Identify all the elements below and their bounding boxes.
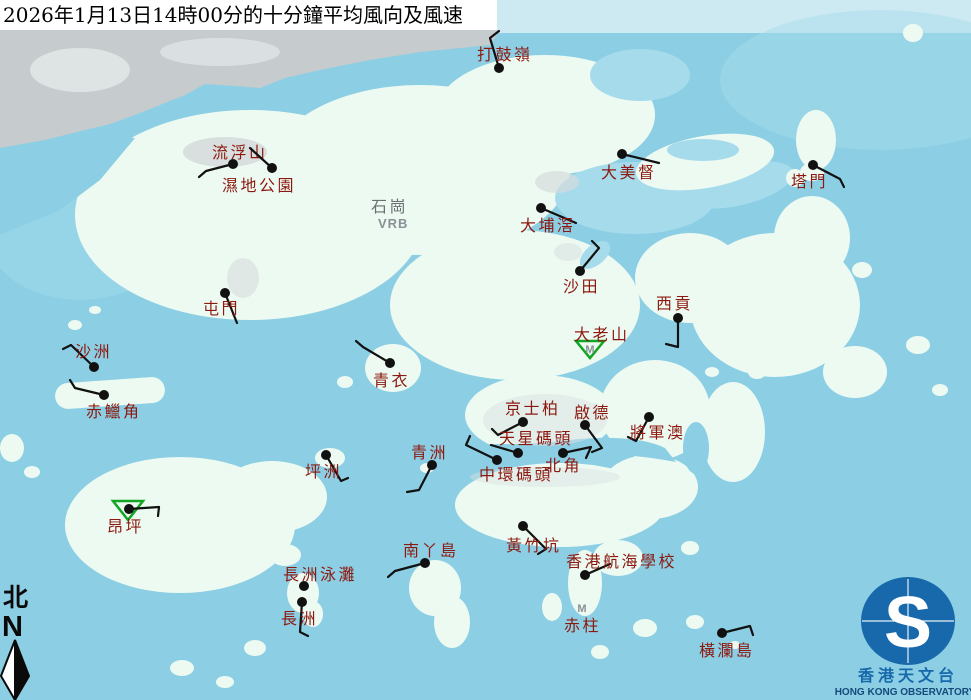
station-label: 香港航海學校: [566, 552, 677, 571]
station-dot-icon: [518, 521, 528, 531]
station-label: 青衣: [373, 371, 410, 390]
station-label: 昂坪: [107, 517, 144, 536]
station-dot-icon: [575, 266, 585, 276]
station-dot-icon: [808, 160, 818, 170]
hko-logo-english-name: HONG KONG OBSERVATORY: [835, 687, 971, 698]
map-canvas: 打鼓嶺流浮山濕地公園石崗VRB大美督塔門大埔滘沙田西貢屯門沙洲赤鱲角青衣M大老山…: [0, 0, 971, 700]
station-label: 大老山: [574, 325, 630, 344]
station-dot-icon: [267, 163, 277, 173]
station-label: 京士柏: [505, 399, 561, 418]
station-label: 赤鱲角: [86, 402, 142, 421]
station-label: 坪洲: [305, 462, 342, 481]
station-label: 塔門: [791, 172, 828, 191]
station-label: 長洲泳灘: [283, 565, 357, 584]
hko-logo-chinese-name: 香港天文台: [857, 666, 958, 685]
station-label: 啟德: [574, 403, 611, 422]
station-label: 大美督: [601, 163, 657, 182]
station-label: 中環碼頭: [479, 465, 553, 484]
station-label: 流浮山: [212, 143, 268, 162]
station-label: 西貢: [656, 294, 693, 313]
station-dot-icon: [513, 448, 523, 458]
station-dot-icon: [518, 417, 528, 427]
station-dot-icon: [673, 313, 683, 323]
station-dot-icon: [220, 288, 230, 298]
station-label: 北角: [545, 456, 582, 475]
station-dot-icon: [321, 450, 331, 460]
station-dot-icon: [124, 504, 134, 514]
station-label: 將軍澳: [630, 423, 686, 442]
station-dot-icon: [494, 63, 504, 73]
station-dot-icon: [644, 412, 654, 422]
maintenance-m-label: M: [577, 603, 586, 615]
compass-n-label: N: [2, 611, 23, 643]
compass-cn-label: 北: [3, 583, 28, 612]
station-dot-icon: [297, 597, 307, 607]
station-label: 橫瀾島: [699, 641, 755, 660]
station-label: 長洲: [281, 609, 318, 628]
station-label: 濕地公園: [222, 176, 296, 195]
wind-map: 打鼓嶺流浮山濕地公園石崗VRB大美督塔門大埔滘沙田西貢屯門沙洲赤鱲角青衣M大老山…: [0, 0, 971, 700]
station-dot-icon: [99, 390, 109, 400]
station-label: 赤柱: [564, 616, 601, 635]
station-label: 沙田: [563, 277, 600, 296]
map-title: 2026年1月13日14時00分的十分鐘平均風向及風速: [0, 0, 497, 30]
maintenance-m-label: M: [585, 344, 594, 356]
hko-logo-s-swirl: S: [884, 583, 932, 663]
station-label: 南丫島: [403, 541, 459, 560]
station-dot-icon: [89, 362, 99, 372]
station-label: 大埔滘: [520, 216, 576, 235]
station-dot-icon: [385, 358, 395, 368]
station-label: 屯門: [203, 299, 240, 318]
station-label: 沙洲: [75, 342, 112, 361]
station-dot-icon: [617, 149, 627, 159]
station-sub-label: VRB: [378, 216, 408, 231]
station-label: 天星碼頭: [499, 429, 573, 448]
station-label: 石崗: [371, 197, 408, 216]
station-dot-icon: [492, 455, 502, 465]
station-dot-icon: [536, 203, 546, 213]
station-label: 打鼓嶺: [477, 45, 533, 64]
station-label: 黃竹坑: [506, 536, 562, 555]
station-dot-icon: [717, 628, 727, 638]
station-label: 青洲: [411, 443, 448, 462]
station-dot-icon: [580, 570, 590, 580]
